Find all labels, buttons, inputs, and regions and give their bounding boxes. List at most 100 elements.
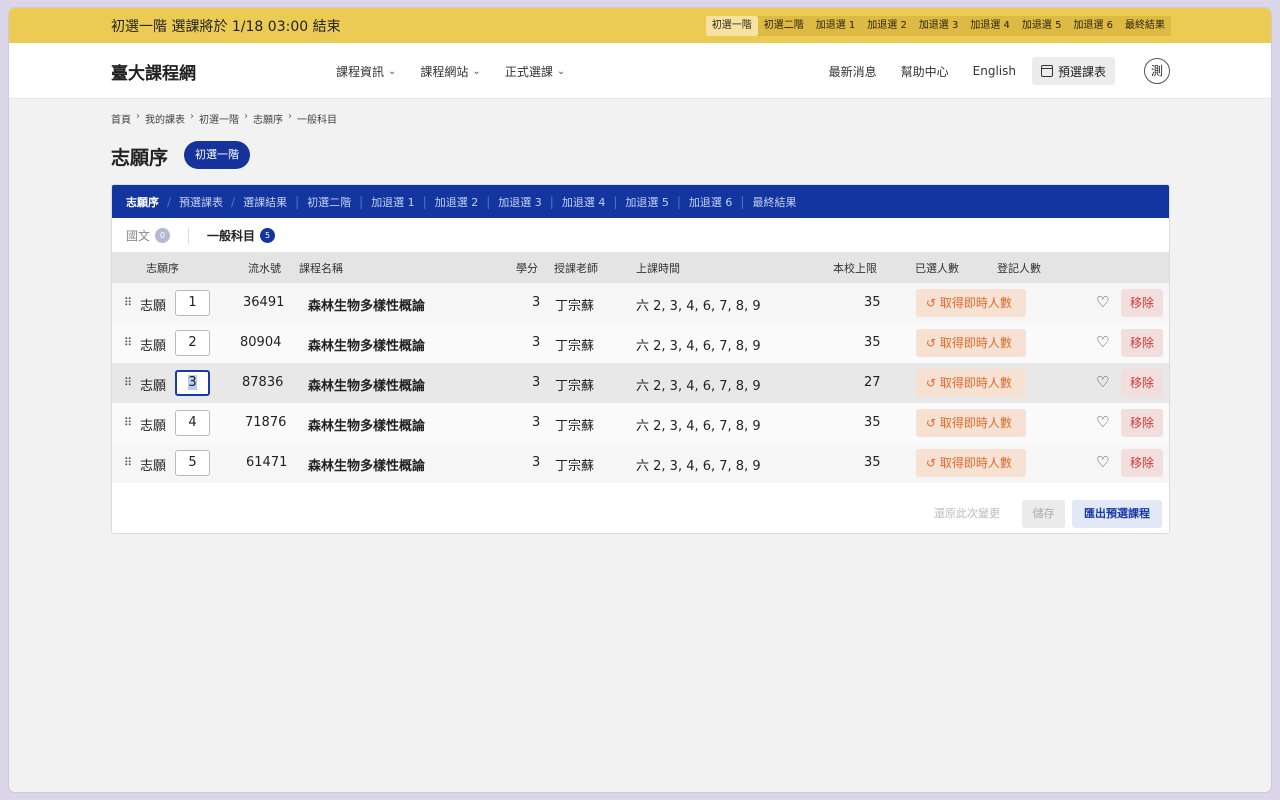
history-icon: ↺ [926, 416, 940, 430]
serial: 36491 [243, 295, 285, 310]
avatar[interactable]: 測 [1144, 58, 1170, 84]
nav-link-english[interactable]: English [973, 64, 1016, 78]
export-button[interactable]: 匯出預選課程 [1072, 500, 1162, 528]
tab-3[interactable]: 初選二階 [307, 194, 351, 210]
remove-button[interactable]: 移除 [1121, 369, 1163, 397]
subtab-general[interactable]: 一般科目 5 [207, 227, 276, 244]
rank-input[interactable]: 5 [175, 450, 210, 476]
realtime-count-button[interactable]: ↺ 取得即時人數 [916, 329, 1026, 357]
breadcrumb-item[interactable]: 首頁 [111, 111, 131, 126]
count-badge: 5 [260, 227, 276, 243]
credits: 3 [532, 295, 541, 310]
drag-handle-icon[interactable]: ⠿ [124, 296, 132, 309]
tab-0[interactable]: 志願序 [126, 194, 159, 210]
course-name[interactable]: 森林生物多樣性概論 [308, 335, 425, 354]
remove-button[interactable]: 移除 [1121, 449, 1163, 477]
phase-tab-5[interactable]: 加退選 4 [964, 16, 1016, 36]
rank-input[interactable]: 1 [175, 290, 210, 316]
teacher: 丁宗蘇 [555, 299, 595, 314]
menu-enroll[interactable]: 正式選課 ⌄ [505, 63, 565, 80]
rank-input[interactable]: 2 [175, 330, 210, 356]
heart-icon[interactable]: ♡ [1096, 413, 1109, 431]
preschedule-button[interactable]: 預選課表 [1031, 57, 1115, 85]
remove-button[interactable]: 移除 [1121, 409, 1163, 437]
remove-button[interactable]: 移除 [1121, 289, 1163, 317]
realtime-label: 取得即時人數 [939, 376, 1012, 390]
tab-1[interactable]: 預選課表 [179, 194, 223, 210]
site-logo[interactable]: 臺大課程網 [111, 59, 196, 84]
subtab-chinese[interactable]: 國文 0 [126, 227, 171, 244]
credits: 3 [532, 455, 541, 470]
phase-tab-2[interactable]: 加退選 1 [809, 16, 862, 36]
tab-4[interactable]: 加退選 1 [371, 194, 415, 210]
breadcrumb-item[interactable]: 我的課表 [145, 111, 185, 126]
heart-icon[interactable]: ♡ [1096, 373, 1109, 391]
tab-8[interactable]: 加退選 5 [625, 194, 669, 210]
header-selected: 已選人數 [915, 262, 959, 275]
phase-tab-4[interactable]: 加退選 3 [912, 16, 965, 36]
history-icon: ↺ [926, 296, 940, 310]
rank-input[interactable]: 3 [175, 370, 210, 396]
course-name[interactable]: 森林生物多樣性概論 [308, 455, 425, 474]
realtime-count-button[interactable]: ↺ 取得即時人數 [916, 409, 1026, 437]
realtime-label: 取得即時人數 [939, 416, 1012, 430]
credits: 3 [532, 375, 541, 390]
header-credits: 學分 [516, 262, 538, 275]
nav-link-help[interactable]: 幫助中心 [901, 63, 949, 80]
heart-icon[interactable]: ♡ [1096, 333, 1109, 351]
phase-tab-6[interactable]: 加退選 5 [1015, 16, 1068, 36]
class-time: 六 2, 3, 4, 6, 7, 8, 9 [636, 299, 761, 314]
realtime-count-button[interactable]: ↺ 取得即時人數 [916, 289, 1026, 317]
course-name[interactable]: 森林生物多樣性概論 [308, 415, 425, 434]
menu-label: 正式選課 [504, 65, 553, 79]
tab-divider: | [549, 194, 554, 209]
phase-tab-8[interactable]: 最終結果 [1119, 16, 1171, 36]
tab-5[interactable]: 加退選 2 [435, 194, 479, 210]
nav-link-news[interactable]: 最新消息 [829, 63, 877, 80]
phase-tab-7[interactable]: 加退選 6 [1067, 16, 1119, 36]
heart-icon[interactable]: ♡ [1096, 453, 1109, 471]
table-header: 志願序 流水號 課程名稱 學分 授課老師 上課時間 本校上限 已選人數 登記人數 [112, 252, 1169, 283]
tab-divider: | [295, 194, 300, 209]
calendar-icon [1040, 65, 1053, 77]
tab-7[interactable]: 加退選 4 [562, 194, 606, 210]
rank-input[interactable]: 4 [175, 410, 210, 436]
realtime-count-button[interactable]: ↺ 取得即時人數 [916, 449, 1026, 477]
breadcrumb-item[interactable]: 志願序 [253, 111, 283, 126]
tab-2[interactable]: 選課結果 [243, 194, 287, 210]
realtime-label: 取得即時人數 [939, 456, 1012, 470]
drag-handle-icon[interactable]: ⠿ [124, 376, 132, 389]
drag-handle-icon[interactable]: ⠿ [124, 336, 132, 349]
save-button[interactable]: 儲存 [1022, 500, 1065, 528]
reset-changes-button[interactable]: 還原此次變更 [934, 505, 1000, 521]
rank-value: 3 [188, 375, 197, 390]
announcement-message: 初選一階 選課將於 1/18 03:00 結束 [111, 19, 341, 35]
tab-10[interactable]: 最終結果 [752, 194, 796, 210]
section-tabs: 志願序 / 預選課表 / 選課結果 | 初選二階 | 加退選 1 | 加退選 2 | 加退選… [112, 185, 1169, 218]
rank-prefix: 志願 [140, 419, 167, 434]
breadcrumb-sep: › [136, 111, 140, 122]
drag-handle-icon[interactable]: ⠿ [124, 416, 132, 429]
tab-6[interactable]: 加退選 3 [498, 194, 542, 210]
credits: 3 [532, 415, 541, 430]
tab-9[interactable]: 加退選 6 [689, 194, 733, 210]
phase-tab-3[interactable]: 加退選 2 [861, 16, 913, 36]
realtime-count-button[interactable]: ↺ 取得即時人數 [916, 369, 1026, 397]
phase-tab-0[interactable]: 初選一階 [705, 16, 758, 36]
course-name[interactable]: 森林生物多樣性概論 [308, 375, 425, 394]
drag-handle-icon[interactable]: ⠿ [124, 456, 132, 469]
history-icon: ↺ [926, 376, 940, 390]
menu-course-site[interactable]: 課程網站 ⌄ [420, 63, 480, 80]
phase-tab-1[interactable]: 初選二階 [757, 16, 810, 36]
heart-icon[interactable]: ♡ [1096, 293, 1109, 311]
tab-divider: | [613, 194, 618, 209]
menu-course-info[interactable]: 課程資訊 ⌄ [336, 63, 396, 80]
breadcrumb-item[interactable]: 初選一階 [199, 111, 239, 126]
table-row: ⠿ 志願 4 71876 森林生物多樣性概論 3 丁宗蘇 六 2, 3, 4, … [112, 403, 1169, 443]
limit: 35 [864, 455, 881, 470]
course-name[interactable]: 森林生物多樣性概論 [308, 295, 425, 314]
history-icon: ↺ [926, 456, 940, 470]
remove-button[interactable]: 移除 [1121, 329, 1163, 357]
history-icon: ↺ [926, 336, 940, 350]
main-panel: 志願序 / 預選課表 / 選課結果 | 初選二階 | 加退選 1 | 加退選 2 | 加退選… [111, 184, 1170, 534]
